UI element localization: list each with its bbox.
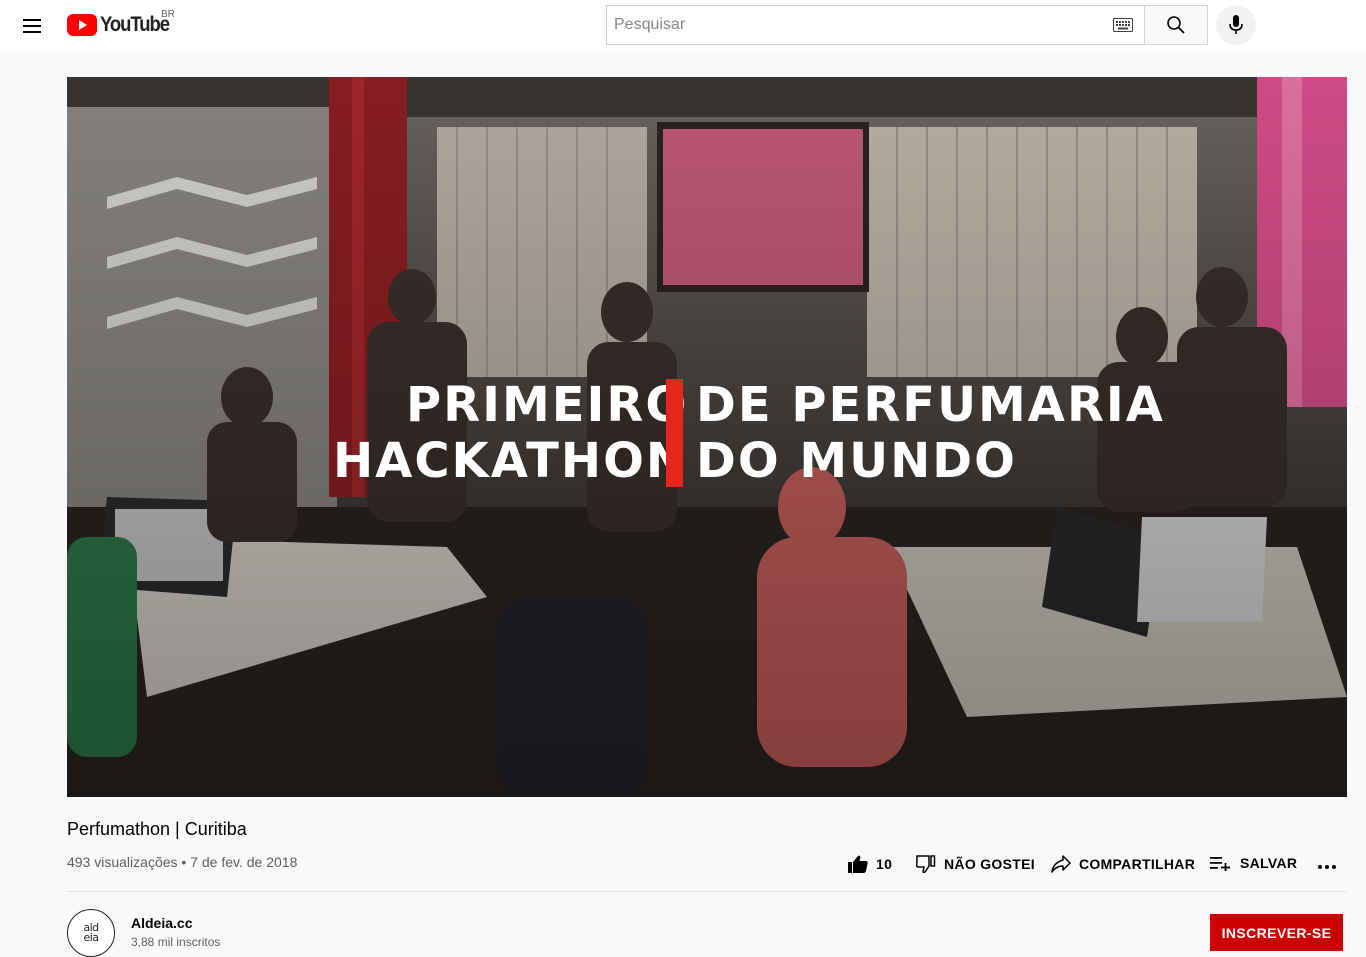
save-button[interactable]: SALVAR	[1210, 855, 1297, 871]
like-count: 10	[876, 856, 893, 872]
microphone-icon	[1229, 15, 1243, 34]
logo-text: YouTube	[100, 13, 170, 36]
overlay-line1-left: PRIMEIRO	[406, 377, 689, 433]
share-button[interactable]: COMPARTILHAR	[1051, 855, 1195, 873]
view-count: 493 visualizações	[67, 854, 178, 870]
masthead: YouTube BR	[0, 0, 1366, 52]
dislike-button[interactable]: NÃO GOSTEI	[916, 855, 1035, 873]
publish-date: 7 de fev. de 2018	[190, 854, 298, 870]
overlay-line2-left: HACKATHON	[333, 433, 689, 489]
channel-name[interactable]: Aldeia.cc	[131, 915, 192, 931]
video-title: Perfumathon | Curitiba	[67, 819, 247, 839]
meta-separator: •	[181, 854, 187, 870]
voice-search-button[interactable]	[1216, 5, 1256, 45]
video-player[interactable]: PRIMEIRO DE PERFUMARIA HACKATHON DO MUND…	[67, 77, 1347, 797]
subscriber-count: 3,88 mil inscritos	[131, 935, 221, 949]
thumbs-down-icon	[916, 855, 936, 873]
share-label: COMPARTILHAR	[1079, 856, 1196, 872]
share-icon	[1051, 855, 1071, 873]
channel-avatar[interactable]: ald eia	[67, 909, 115, 957]
overlay-line1-right: DE PERFUMARIA	[696, 377, 1165, 433]
thumbs-up-icon	[848, 855, 868, 873]
search-input[interactable]	[607, 6, 1097, 44]
overlay-red-bar	[666, 379, 683, 487]
avatar-text-bottom: eia	[83, 931, 99, 944]
like-button[interactable]: 10	[848, 855, 892, 873]
dislike-label: NÃO GOSTEI	[944, 856, 1035, 872]
video-overlay-title: PRIMEIRO DE PERFUMARIA HACKATHON DO MUND…	[331, 377, 1163, 489]
video-meta: 493 visualizações • 7 de fev. de 2018	[67, 854, 297, 870]
youtube-play-icon	[67, 14, 97, 36]
more-actions-button[interactable]	[1317, 857, 1345, 877]
overlay-line2-right: DO MUNDO	[696, 433, 1017, 489]
hamburger-menu-icon	[23, 19, 41, 33]
search-button[interactable]	[1144, 5, 1208, 45]
search-box	[606, 5, 1145, 45]
menu-button[interactable]	[16, 10, 48, 42]
playlist-add-icon	[1210, 857, 1230, 871]
keyboard-icon[interactable]	[1113, 18, 1133, 32]
country-code: BR	[161, 9, 175, 20]
search-icon	[1167, 16, 1185, 34]
subscribe-button[interactable]: INSCREVER-SE	[1210, 914, 1343, 951]
divider	[67, 891, 1347, 892]
more-horizontal-icon	[1318, 865, 1336, 869]
save-label: SALVAR	[1240, 855, 1298, 871]
